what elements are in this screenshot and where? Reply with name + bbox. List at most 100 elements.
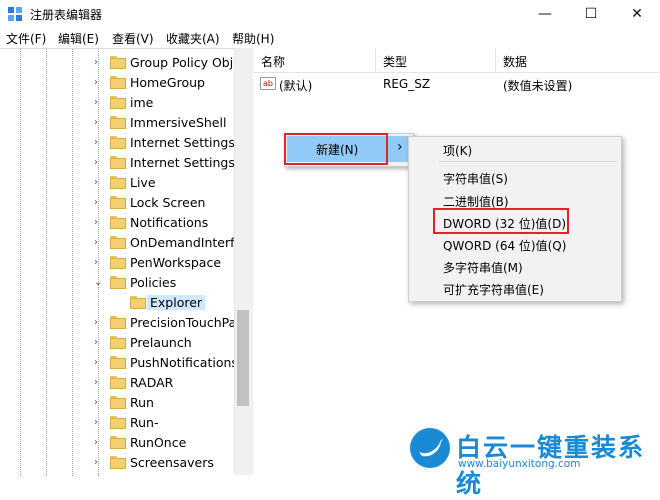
column-divider[interactable] <box>375 48 376 72</box>
tree-item[interactable]: › Run- <box>0 413 234 433</box>
tree-item[interactable]: › Prelaunch <box>0 333 234 353</box>
tree-item-label: HomeGroup <box>130 75 205 90</box>
chevron-right-icon[interactable]: › <box>94 358 102 368</box>
chevron-right-icon[interactable]: › <box>94 78 102 88</box>
chevron-right-icon[interactable]: › <box>94 178 102 188</box>
chevron-right-icon[interactable]: › <box>94 398 102 408</box>
chevron-right-icon[interactable]: › <box>94 98 102 108</box>
folder-icon <box>110 236 126 249</box>
tree-item-label: OnDemandInterfa <box>130 235 243 250</box>
tree-item[interactable]: › Screensavers <box>0 453 234 473</box>
tree-item-label: PrecisionTouchPa <box>130 315 237 330</box>
column-divider[interactable] <box>495 48 496 72</box>
tree-item[interactable]: › Live <box>0 173 234 193</box>
menu-file[interactable]: 文件(F) <box>6 30 46 47</box>
tree-item[interactable]: › Run <box>0 393 234 413</box>
registry-tree: › Group Policy Obje › HomeGroup › ime › Immersi… <box>0 48 250 476</box>
tree-item-label: ImmersiveShell <box>130 115 227 130</box>
string-value-icon: ab <box>260 77 276 90</box>
tree-item-label: Prelaunch <box>130 335 192 350</box>
chevron-right-icon[interactable]: › <box>94 318 102 328</box>
tree-item-label: Policies <box>130 275 177 290</box>
submenu-item-string[interactable]: 字符串值(S) <box>443 170 508 187</box>
tree-item[interactable]: › Group Policy Obje <box>0 53 241 73</box>
tree-item-label: PenWorkspace <box>130 255 222 270</box>
folder-icon <box>110 376 126 389</box>
chevron-right-icon[interactable]: › <box>94 118 102 128</box>
menu-help[interactable]: 帮助(H) <box>232 30 274 47</box>
folder-icon <box>110 116 126 129</box>
menu-view[interactable]: 查看(V) <box>112 30 154 47</box>
tree-scrollbar[interactable] <box>234 48 251 475</box>
tree-item-label: ime <box>130 95 154 110</box>
chevron-right-icon[interactable]: › <box>94 218 102 228</box>
folder-icon <box>110 156 126 169</box>
highlight-box-dword <box>433 208 569 234</box>
chevron-right-icon[interactable]: › <box>94 198 102 208</box>
chevron-right-icon[interactable]: › <box>94 258 102 268</box>
tree-item[interactable]: › PrecisionTouchPa <box>0 313 237 333</box>
tree-item[interactable]: › ime <box>0 93 234 113</box>
tree-item[interactable]: › ImmersiveShell <box>0 113 234 133</box>
watermark-url: www.baiyunxitong.com <box>458 458 581 470</box>
window-title: 注册表编辑器 <box>30 8 103 22</box>
list-header: 名称 类型 数据 <box>253 48 660 73</box>
tree-item[interactable]: › Lock Screen <box>0 193 234 213</box>
minimize-button[interactable]: — <box>522 0 568 28</box>
folder-icon <box>110 76 126 89</box>
table-row[interactable]: ab (默认) REG_SZ (数值未设置) <box>253 74 660 94</box>
tree-item[interactable]: › Internet SettingsW <box>0 153 247 173</box>
tree-item[interactable]: › OnDemandInterfa <box>0 233 242 253</box>
submenu-item-multi-string[interactable]: 多字符串值(M) <box>443 259 523 276</box>
close-button[interactable]: ✕ <box>614 0 660 28</box>
tree-item-label: Lock Screen <box>130 195 206 210</box>
tree-item-label: Group Policy Obje <box>130 55 241 70</box>
value-data: (数值未设置) <box>503 79 573 93</box>
menu-edit[interactable]: 编辑(E) <box>58 30 99 47</box>
folder-icon <box>110 56 126 69</box>
submenu-item-expandable-string[interactable]: 可扩充字符串值(E) <box>443 281 544 298</box>
tree-item[interactable]: › PushNotifications <box>0 353 238 373</box>
column-header-type[interactable]: 类型 <box>383 53 407 70</box>
chevron-right-icon[interactable]: › <box>94 418 102 428</box>
tree-scrollbar-thumb[interactable] <box>237 310 249 406</box>
tree-item-label: Screensavers <box>130 455 214 470</box>
tree-item[interactable]: › Internet Settings <box>0 133 235 153</box>
column-header-name[interactable]: 名称 <box>261 53 285 70</box>
tree-item[interactable]: › RunOnce <box>0 433 234 453</box>
folder-icon <box>110 436 126 449</box>
tree-item[interactable]: ⌄ Policies <box>0 273 234 293</box>
submenu-item-qword[interactable]: QWORD (64 位)值(Q) <box>443 237 566 254</box>
maximize-icon: ☐ <box>584 6 598 22</box>
chevron-down-icon[interactable]: ⌄ <box>94 278 102 288</box>
chevron-right-icon[interactable]: › <box>94 138 102 148</box>
folder-icon <box>130 296 146 309</box>
tree-item[interactable]: › HomeGroup <box>0 73 234 93</box>
chevron-right-icon[interactable]: › <box>94 338 102 348</box>
submenu-item-key[interactable]: 项(K) <box>443 142 472 159</box>
chevron-right-icon[interactable]: › <box>94 378 102 388</box>
maximize-button[interactable]: ☐ <box>568 0 614 28</box>
value-type: REG_SZ <box>383 77 431 91</box>
folder-icon <box>110 276 126 289</box>
tree-item[interactable]: Explorer <box>0 293 234 313</box>
folder-icon <box>110 336 126 349</box>
chevron-right-icon[interactable]: › <box>94 158 102 168</box>
tree-item-label: Explorer <box>147 295 206 310</box>
chevron-right-icon[interactable]: › <box>94 58 102 68</box>
column-header-data[interactable]: 数据 <box>503 53 527 70</box>
chevron-right-icon[interactable]: › <box>94 458 102 468</box>
chevron-right-icon: › <box>397 139 403 155</box>
menu-favorites[interactable]: 收藏夹(A) <box>166 30 220 47</box>
chevron-right-icon[interactable]: › <box>94 238 102 248</box>
close-icon: ✕ <box>631 6 643 22</box>
tree-item-label: RunOnce <box>130 435 187 450</box>
folder-icon <box>110 456 126 469</box>
tree-item[interactable]: › PenWorkspace <box>0 253 234 273</box>
chevron-right-icon[interactable]: › <box>94 438 102 448</box>
menu-bar: 文件(F) 编辑(E) 查看(V) 收藏夹(A) 帮助(H) <box>0 28 660 48</box>
folder-icon <box>110 256 126 269</box>
title-bar: 注册表编辑器 — ☐ ✕ <box>0 0 660 28</box>
tree-item[interactable]: › Notifications <box>0 213 234 233</box>
tree-item[interactable]: › RADAR <box>0 373 234 393</box>
